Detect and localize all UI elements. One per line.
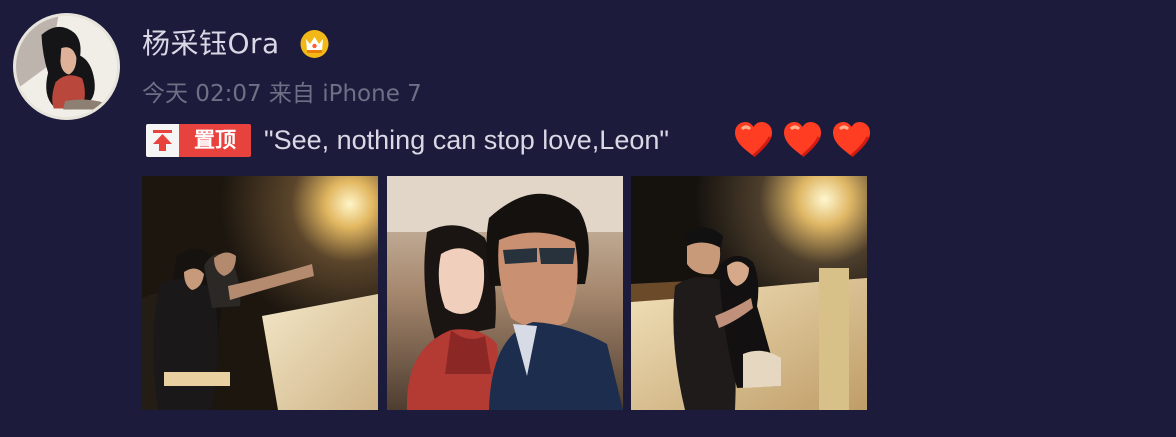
night-balcony-photo bbox=[631, 176, 867, 410]
post-time[interactable]: 今天 02:07 bbox=[142, 81, 262, 107]
emoji-hearts bbox=[732, 119, 873, 159]
pin-arrow-icon bbox=[146, 124, 179, 157]
source-device[interactable]: iPhone 7 bbox=[322, 81, 422, 107]
post-meta: 今天 02:07 来自 iPhone 7 bbox=[142, 79, 422, 109]
username[interactable]: 杨采钰Ora bbox=[142, 24, 280, 64]
avatar-image bbox=[16, 16, 117, 117]
weibo-post: 杨采钰Ora 今天 02:07 来自 iPhone 7 置顶 "See, not… bbox=[0, 0, 1176, 437]
pinned-label: 置顶 bbox=[179, 124, 251, 157]
crown-badge-icon[interactable] bbox=[299, 29, 330, 59]
post-text: "See, nothing can stop love,Leon" bbox=[264, 125, 669, 155]
heart-icon bbox=[735, 122, 772, 158]
post-photo-3[interactable] bbox=[631, 176, 867, 410]
heart-icon bbox=[833, 122, 870, 158]
pinned-badge: 置顶 bbox=[146, 124, 251, 157]
post-photo-2[interactable] bbox=[387, 176, 623, 410]
source-prefix: 来自 bbox=[268, 81, 315, 107]
avatar[interactable] bbox=[13, 13, 120, 120]
post-photo-1[interactable] bbox=[142, 176, 378, 410]
heart-icon bbox=[784, 122, 821, 158]
night-terrace-photo bbox=[142, 176, 378, 410]
selfie-photo bbox=[387, 176, 623, 410]
